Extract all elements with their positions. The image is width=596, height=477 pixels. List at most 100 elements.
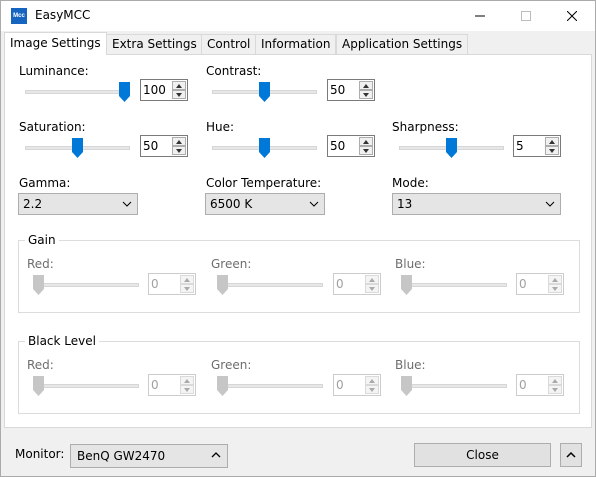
close-window-button[interactable] <box>549 1 595 31</box>
contrast-slider[interactable] <box>212 81 317 103</box>
hue-slider[interactable] <box>212 137 317 159</box>
spin-up-button[interactable] <box>365 275 379 284</box>
hue-spinner[interactable]: 50 <box>327 135 375 157</box>
spin-up-button[interactable] <box>359 81 373 90</box>
contrast-value[interactable]: 50 <box>330 83 345 97</box>
black-level-blue-slider[interactable] <box>401 375 507 397</box>
slider-thumb[interactable] <box>217 376 228 396</box>
slider-thumb[interactable] <box>401 275 412 295</box>
slider-track <box>401 283 507 287</box>
app-window: Mcc EasyMCC Image Settings Extra Setting… <box>0 0 596 477</box>
monitor-select[interactable]: BenQ GW2470 <box>70 444 228 468</box>
spin-up-button[interactable] <box>365 376 379 385</box>
arrow-up-icon <box>363 83 369 88</box>
tab-image-settings[interactable]: Image Settings <box>4 32 107 55</box>
hue-label: Hue: <box>206 120 235 134</box>
spin-down-button[interactable] <box>548 284 562 293</box>
gamma-select[interactable]: 2.2 <box>18 193 138 215</box>
arrow-up-icon <box>184 277 190 282</box>
saturation-spinner[interactable]: 50 <box>140 135 188 157</box>
spin-down-button[interactable] <box>172 146 186 155</box>
spin-up-button[interactable] <box>172 81 186 90</box>
gain-group-title: Gain <box>25 233 59 247</box>
arrow-down-icon <box>176 148 182 153</box>
gamma-label: Gamma: <box>19 176 71 190</box>
black-level-green-value[interactable]: 0 <box>336 378 344 392</box>
slider-track <box>401 384 507 388</box>
chevron-down-icon <box>309 201 319 207</box>
spin-up-button[interactable] <box>180 275 194 284</box>
slider-thumb[interactable] <box>33 275 44 295</box>
hue-value[interactable]: 50 <box>330 139 345 153</box>
slider-track <box>33 283 139 287</box>
arrow-up-icon <box>552 378 558 383</box>
arrow-up-icon <box>549 139 555 144</box>
minimize-button[interactable] <box>457 1 503 31</box>
tab-information[interactable]: Information <box>255 34 337 54</box>
tab-control[interactable]: Control <box>201 34 257 54</box>
slider-thumb[interactable] <box>259 82 270 102</box>
mode-select[interactable]: 13 <box>392 193 561 215</box>
sharpness-slider[interactable] <box>399 137 504 159</box>
close-button[interactable]: Close <box>414 443 551 467</box>
luminance-spinner[interactable]: 100 <box>140 79 188 101</box>
luminance-slider[interactable] <box>25 81 130 103</box>
spin-up-button[interactable] <box>548 376 562 385</box>
gain-blue-spinner[interactable]: 0 <box>516 273 564 295</box>
color-temperature-select[interactable]: 6500 K <box>205 193 325 215</box>
spin-up-button[interactable] <box>548 275 562 284</box>
saturation-value[interactable]: 50 <box>143 139 158 153</box>
slider-thumb[interactable] <box>33 376 44 396</box>
spin-down-button[interactable] <box>359 90 373 99</box>
spin-up-button[interactable] <box>180 376 194 385</box>
spin-down-button[interactable] <box>359 146 373 155</box>
spin-down-button[interactable] <box>172 90 186 99</box>
spin-up-button[interactable] <box>359 137 373 146</box>
saturation-slider[interactable] <box>25 137 130 159</box>
gain-green-value[interactable]: 0 <box>336 277 344 291</box>
sharpness-spinner[interactable]: 5 <box>513 135 561 157</box>
arrow-down-icon <box>184 387 190 392</box>
luminance-label: Luminance: <box>19 64 89 78</box>
gain-blue-slider[interactable] <box>401 274 507 296</box>
gain-green-slider[interactable] <box>217 274 323 296</box>
contrast-spinner[interactable]: 50 <box>327 79 375 101</box>
expand-button[interactable] <box>560 443 582 467</box>
slider-thumb[interactable] <box>446 138 457 158</box>
tab-extra-settings[interactable]: Extra Settings <box>106 34 203 54</box>
arrow-down-icon <box>549 148 555 153</box>
slider-thumb[interactable] <box>401 376 412 396</box>
luminance-value[interactable]: 100 <box>143 83 166 97</box>
spin-down-button[interactable] <box>548 385 562 394</box>
slider-thumb[interactable] <box>72 138 83 158</box>
black-level-green-spinner[interactable]: 0 <box>333 374 381 396</box>
spin-down-button[interactable] <box>545 146 559 155</box>
spin-down-button[interactable] <box>180 385 194 394</box>
arrow-down-icon <box>369 286 375 291</box>
black-level-green-slider[interactable] <box>217 375 323 397</box>
black-level-red-slider[interactable] <box>33 375 139 397</box>
spin-down-button[interactable] <box>365 284 379 293</box>
black-level-blue-value[interactable]: 0 <box>519 378 527 392</box>
sharpness-value[interactable]: 5 <box>516 139 524 153</box>
spin-down-button[interactable] <box>365 385 379 394</box>
gain-blue-value[interactable]: 0 <box>519 277 527 291</box>
gain-red-spinner[interactable]: 0 <box>148 273 196 295</box>
black-level-red-spinner[interactable]: 0 <box>148 374 196 396</box>
slider-thumb[interactable] <box>217 275 228 295</box>
spin-up-button[interactable] <box>545 137 559 146</box>
tab-application-settings[interactable]: Application Settings <box>336 34 469 54</box>
maximize-button[interactable] <box>503 1 549 31</box>
spin-up-button[interactable] <box>172 137 186 146</box>
black-level-red-value[interactable]: 0 <box>151 378 159 392</box>
gain-red-value[interactable]: 0 <box>151 277 159 291</box>
arrow-up-icon <box>369 277 375 282</box>
slider-thumb[interactable] <box>259 138 270 158</box>
title-bar[interactable]: Mcc EasyMCC <box>1 1 595 31</box>
gain-green-spinner[interactable]: 0 <box>333 273 381 295</box>
gain-red-slider[interactable] <box>33 274 139 296</box>
black-level-blue-spinner[interactable]: 0 <box>516 374 564 396</box>
slider-thumb[interactable] <box>119 82 130 102</box>
mode-label: Mode: <box>392 176 429 190</box>
spin-down-button[interactable] <box>180 284 194 293</box>
